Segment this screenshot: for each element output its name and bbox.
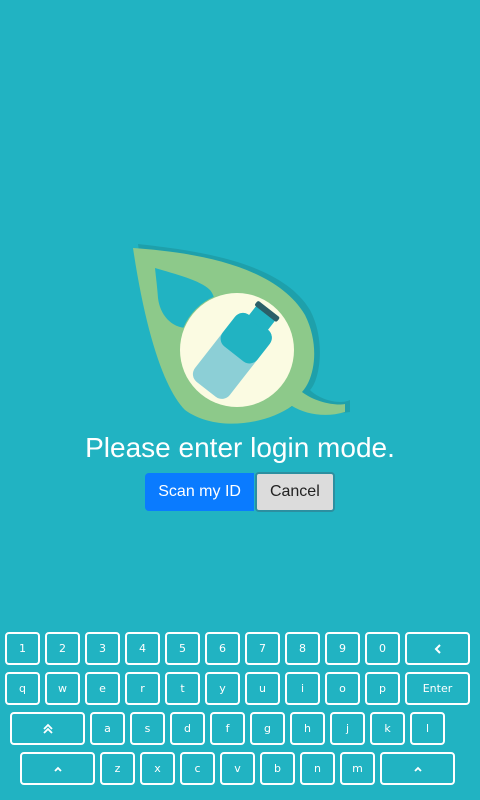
key-a[interactable]: a (90, 712, 125, 745)
right-up-arrow-key[interactable] (380, 752, 455, 785)
key-1[interactable]: 1 (5, 632, 40, 665)
key-s[interactable]: s (130, 712, 165, 745)
key-c[interactable]: c (180, 752, 215, 785)
key-d[interactable]: d (170, 712, 205, 745)
key-k[interactable]: k (370, 712, 405, 745)
key-8[interactable]: 8 (285, 632, 320, 665)
key-u[interactable]: u (245, 672, 280, 705)
key-0[interactable]: 0 (365, 632, 400, 665)
login-mode-prompt: Please enter login mode. (85, 432, 395, 463)
key-5[interactable]: 5 (165, 632, 200, 665)
login-mode-buttons: Scan my ID Cancel (0, 472, 480, 512)
key-v[interactable]: v (220, 752, 255, 785)
key-h[interactable]: h (290, 712, 325, 745)
on-screen-keyboard: 1 2 3 4 5 6 7 8 9 0 q w e r t y u i o p … (0, 630, 480, 800)
key-t[interactable]: t (165, 672, 200, 705)
key-2[interactable]: 2 (45, 632, 80, 665)
key-o[interactable]: o (325, 672, 360, 705)
key-j[interactable]: j (330, 712, 365, 745)
enter-key[interactable]: Enter (405, 672, 470, 705)
key-9[interactable]: 9 (325, 632, 360, 665)
backspace-key[interactable] (405, 632, 470, 665)
key-l[interactable]: l (410, 712, 445, 745)
leaf-bottle-logo-icon (133, 244, 350, 424)
key-7[interactable]: 7 (245, 632, 280, 665)
key-i[interactable]: i (285, 672, 320, 705)
scan-id-button[interactable]: Scan my ID (145, 473, 254, 511)
chevron-left-icon (434, 643, 441, 654)
key-4[interactable]: 4 (125, 632, 160, 665)
key-m[interactable]: m (340, 752, 375, 785)
key-e[interactable]: e (85, 672, 120, 705)
key-x[interactable]: x (140, 752, 175, 785)
left-up-arrow-key[interactable] (20, 752, 95, 785)
key-y[interactable]: y (205, 672, 240, 705)
chevron-up-icon (413, 766, 422, 772)
key-3[interactable]: 3 (85, 632, 120, 665)
key-6[interactable]: 6 (205, 632, 240, 665)
chevron-up-icon (53, 766, 62, 772)
cancel-button[interactable]: Cancel (254, 472, 335, 512)
double-chevron-up-icon (42, 723, 53, 734)
key-n[interactable]: n (300, 752, 335, 785)
key-f[interactable]: f (210, 712, 245, 745)
key-z[interactable]: z (100, 752, 135, 785)
key-r[interactable]: r (125, 672, 160, 705)
shift-key[interactable] (10, 712, 85, 745)
key-g[interactable]: g (250, 712, 285, 745)
key-b[interactable]: b (260, 752, 295, 785)
key-w[interactable]: w (45, 672, 80, 705)
key-q[interactable]: q (5, 672, 40, 705)
key-p[interactable]: p (365, 672, 400, 705)
